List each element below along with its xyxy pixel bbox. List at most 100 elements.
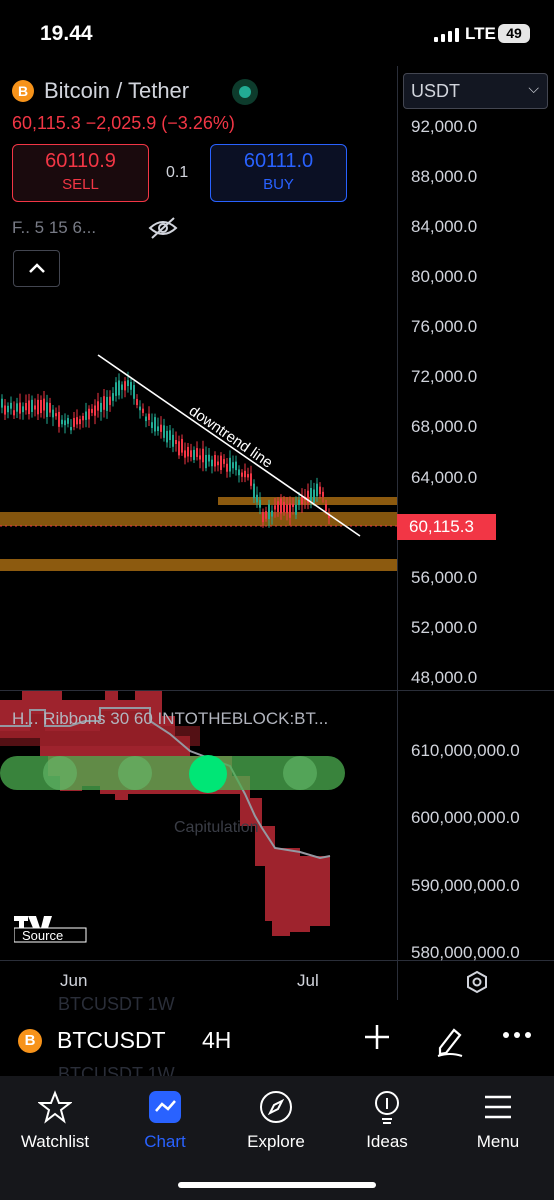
collapse-button[interactable]: [13, 250, 60, 287]
price-tick: 68,000.0: [411, 417, 478, 436]
candle-body: [226, 463, 228, 472]
candle-body: [73, 417, 75, 427]
candle-body: [124, 381, 126, 391]
nav-label: Menu: [476, 1132, 520, 1151]
candle-body: [277, 501, 279, 513]
candle-body: [172, 434, 174, 447]
candle-body: [85, 411, 87, 420]
symbol-header[interactable]: B Bitcoin / Tether: [12, 78, 189, 104]
bitcoin-icon: B: [18, 1029, 42, 1053]
nav-chart[interactable]: Chart: [110, 1088, 220, 1152]
candle-body: [283, 501, 285, 513]
logo-text: Source: [22, 928, 63, 943]
chart-settings-icon[interactable]: [464, 969, 490, 995]
candle-body: [154, 417, 156, 432]
candle-body: [16, 403, 18, 412]
more-icon[interactable]: [502, 1030, 532, 1040]
candle-body: [37, 399, 39, 415]
candle-body: [229, 457, 231, 472]
lightbulb-icon: [375, 1091, 399, 1124]
candle-body: [181, 438, 183, 453]
candle-body: [49, 402, 51, 413]
nav-label: Chart: [144, 1132, 186, 1151]
symbol-name[interactable]: Bitcoin / Tether: [44, 78, 189, 104]
signal-dot: [189, 755, 227, 793]
price-tick: 72,000.0: [411, 367, 478, 386]
nav-label: Ideas: [366, 1132, 408, 1151]
candle-body: [259, 500, 261, 508]
candle-body: [157, 426, 159, 432]
candle-body: [148, 413, 150, 421]
candle-body: [4, 405, 6, 415]
candle-body: [325, 503, 327, 512]
tradingview-logo: Source: [14, 916, 87, 943]
candle-body: [244, 470, 246, 478]
price-change: 60,115.3 −2,025.9 (−3.26%): [12, 113, 235, 133]
buy-button[interactable]: 60111.0 BUY: [210, 144, 347, 202]
candle-body: [265, 511, 267, 519]
price-tick: 48,000.0: [411, 668, 478, 687]
candle-body: [136, 399, 138, 406]
buy-label: BUY: [263, 176, 294, 193]
candle-body: [106, 396, 108, 411]
candle-body: [223, 459, 225, 464]
nav-ideas[interactable]: Ideas: [332, 1088, 442, 1152]
price-tick: 84,000.0: [411, 217, 478, 236]
candle-body: [118, 380, 120, 396]
network-type: LTE: [465, 24, 496, 43]
candle-body: [178, 441, 180, 456]
candle-body: [232, 462, 234, 469]
candle-body: [67, 418, 69, 424]
star-icon: [38, 1090, 72, 1124]
candle-body: [58, 411, 60, 427]
candle-body: [217, 461, 219, 466]
bitcoin-icon: B: [12, 80, 34, 102]
nav-menu[interactable]: Menu: [443, 1088, 553, 1152]
candle-body: [193, 449, 195, 460]
price-tick: 76,000.0: [411, 317, 478, 336]
candle-body: [82, 415, 84, 421]
lower-axis-tick: 600,000,000.0: [411, 808, 520, 827]
candle-body: [166, 430, 168, 443]
symbol-button[interactable]: BTCUSDT: [57, 1027, 166, 1054]
time-tick: Jun: [60, 971, 88, 990]
candles: [1, 371, 330, 528]
candle-body: [109, 396, 111, 405]
ribbons-legend[interactable]: H... Ribbons 30 60 INTOTHEBLOCK:BT...: [12, 709, 328, 729]
candle-body: [142, 408, 144, 413]
pane-separator[interactable]: [0, 690, 554, 691]
time-tick: Jul: [297, 971, 319, 990]
home-indicator[interactable]: [178, 1182, 376, 1188]
add-icon[interactable]: [362, 1022, 392, 1052]
candle-body: [52, 409, 54, 418]
timeframe-button[interactable]: 4H: [202, 1027, 231, 1054]
sell-button[interactable]: 60110.9 SELL: [12, 144, 149, 202]
candle-body: [139, 406, 141, 411]
candle-body: [319, 486, 321, 495]
candle-body: [10, 402, 12, 409]
candle-body: [187, 446, 189, 457]
price-tick: 92,000.0: [411, 117, 478, 136]
indicator-legend[interactable]: F.. 5 15 6...: [12, 218, 96, 238]
ghost-symbol: BTCUSDT 1W: [58, 994, 175, 1014]
candle-body: [301, 496, 303, 505]
price-tick: 80,000.0: [411, 267, 478, 286]
candle-body: [103, 396, 105, 410]
lower-axis-tick: 590,000,000.0: [411, 876, 520, 895]
support-zone: [0, 559, 397, 571]
candle-body: [316, 483, 318, 497]
nav-watchlist[interactable]: Watchlist: [0, 1088, 110, 1152]
candle-body: [238, 469, 240, 476]
nav-explore[interactable]: Explore: [221, 1088, 331, 1152]
hide-indicators-icon[interactable]: [148, 216, 178, 240]
candle-body: [40, 399, 42, 414]
candle-body: [253, 483, 255, 499]
chevron-up-icon: [29, 263, 45, 273]
candle-body: [292, 503, 294, 507]
chart-area[interactable]: downtrend line Capitulation B Bitcoin / …: [0, 66, 554, 1000]
menu-icon: [485, 1095, 511, 1119]
currency-select[interactable]: USDT ⌵: [403, 73, 548, 109]
candle-body: [184, 450, 186, 458]
drawing-tool-icon[interactable]: [432, 1024, 466, 1058]
candle-body: [76, 417, 78, 425]
